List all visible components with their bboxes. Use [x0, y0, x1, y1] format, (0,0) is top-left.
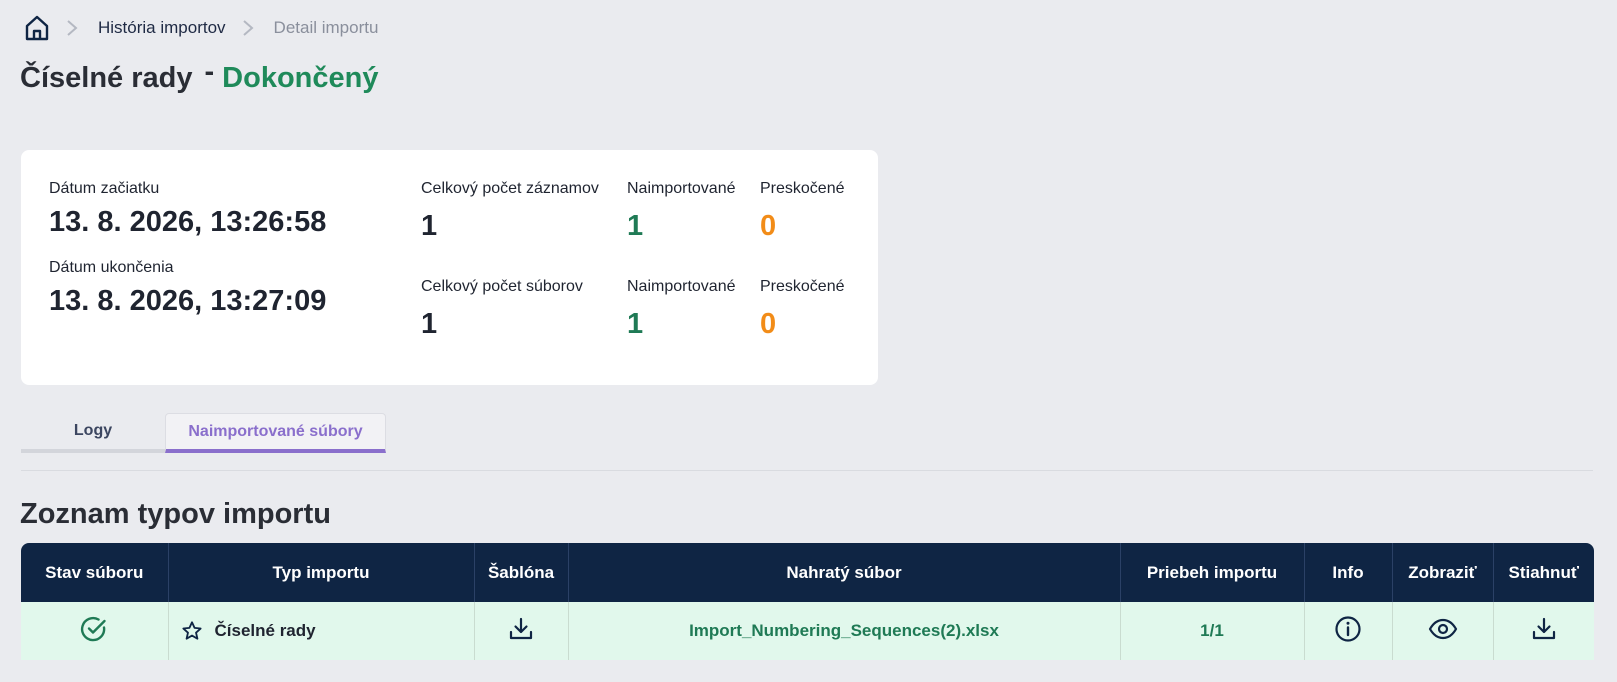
check-circle-icon	[80, 615, 108, 643]
download-icon[interactable]	[1531, 616, 1557, 642]
page-header: Číselné rady - Dokončený	[20, 56, 379, 95]
section-title: Zoznam typov importu	[20, 498, 331, 530]
records-imported-label: Naimportované	[627, 180, 736, 197]
records-skipped-value: 0	[760, 210, 777, 242]
page-title: Číselné rady	[20, 62, 193, 94]
import-progress: 1/1	[1200, 621, 1224, 640]
import-types-table: Stav súboru Typ importu Šablóna Nahratý …	[21, 543, 1594, 660]
progress-cell: 1/1	[1120, 602, 1305, 660]
section-divider	[21, 470, 1593, 471]
column-header-file-status: Stav súboru	[21, 543, 169, 602]
column-header-uploaded-file: Nahratý súbor	[568, 543, 1121, 602]
start-date-value: 13. 8. 2026, 13:26:58	[49, 206, 327, 238]
records-imported-value: 1	[627, 210, 644, 242]
records-total-label: Celkový počet záznamov	[421, 180, 599, 197]
column-header-template: Šablóna	[474, 543, 569, 602]
chevron-right-icon	[66, 19, 84, 37]
template-cell	[474, 602, 569, 660]
table-row: Číselné rady Import_Numbering_Sequences(…	[21, 602, 1594, 660]
end-date-value: 13. 8. 2026, 13:27:09	[49, 285, 327, 317]
start-date-label: Dátum začiatku	[49, 180, 160, 197]
files-total-value: 1	[421, 308, 438, 340]
breadcrumb-current: Detail importu	[273, 18, 379, 37]
title-separator: -	[204, 56, 215, 88]
chevron-right-icon	[242, 19, 260, 37]
tab-logs[interactable]: Logy	[21, 413, 165, 453]
status-badge: Dokončený	[222, 62, 379, 94]
eye-icon[interactable]	[1428, 618, 1458, 640]
files-skipped-label: Preskočené	[760, 278, 845, 295]
table-header-row: Stav súboru Typ importu Šablóna Nahratý …	[21, 543, 1594, 602]
breadcrumb: História importov Detail importu	[24, 14, 378, 42]
download-cell	[1493, 602, 1594, 660]
tab-bar: Logy Naimportované súbory	[21, 413, 386, 453]
tab-imported-files[interactable]: Naimportované súbory	[165, 413, 386, 453]
home-icon[interactable]	[24, 14, 50, 42]
records-total-value: 1	[421, 210, 438, 242]
files-imported-label: Naimportované	[627, 278, 736, 295]
info-cell	[1304, 602, 1393, 660]
column-header-progress: Priebeh importu	[1120, 543, 1305, 602]
column-header-download: Stiahnuť	[1493, 543, 1594, 602]
files-total-label: Celkový počet súborov	[421, 278, 583, 295]
view-cell	[1392, 602, 1494, 660]
column-header-info: Info	[1304, 543, 1393, 602]
end-date-label: Dátum ukončenia	[49, 259, 174, 276]
star-icon[interactable]	[181, 620, 203, 642]
column-header-import-type: Typ importu	[168, 543, 475, 602]
import-type-label: Číselné rady	[214, 621, 316, 640]
records-skipped-label: Preskočené	[760, 180, 845, 197]
uploaded-file-link[interactable]: Import_Numbering_Sequences(2).xlsx	[689, 621, 999, 640]
files-imported-value: 1	[627, 308, 644, 340]
info-icon[interactable]	[1334, 615, 1362, 643]
download-icon[interactable]	[508, 616, 534, 642]
uploaded-file-cell: Import_Numbering_Sequences(2).xlsx	[568, 602, 1121, 660]
file-status-cell	[21, 602, 169, 660]
column-header-view: Zobraziť	[1392, 543, 1494, 602]
breadcrumb-link-history[interactable]: História importov	[98, 18, 226, 38]
import-type-cell: Číselné rady	[168, 602, 475, 660]
summary-card: Dátum začiatku 13. 8. 2026, 13:26:58 Dát…	[21, 150, 878, 385]
files-skipped-value: 0	[760, 308, 777, 340]
